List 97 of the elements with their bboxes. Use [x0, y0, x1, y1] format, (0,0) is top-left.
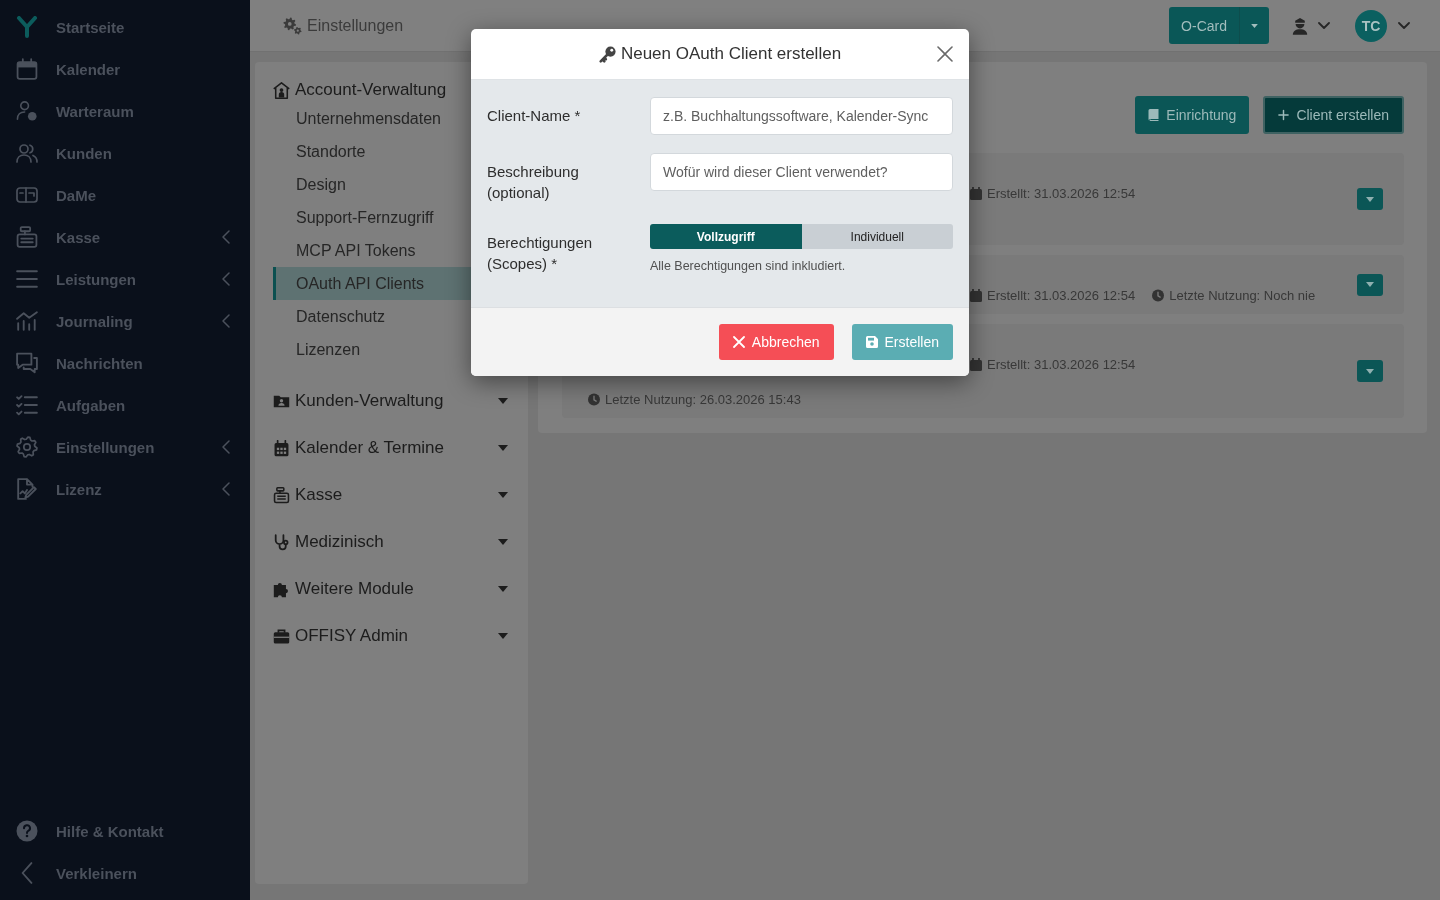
help-icon	[16, 820, 38, 842]
sidebar-item[interactable]: Aufgaben	[0, 384, 250, 426]
account-menu-button[interactable]: TC	[1355, 9, 1410, 42]
chevron-down-icon	[1318, 22, 1330, 29]
gears-icon	[283, 16, 302, 35]
book-icon	[1148, 109, 1160, 121]
puzzle-icon	[273, 580, 290, 598]
segment-tab[interactable]: Vollzugriff	[650, 224, 802, 249]
wallet-icon	[16, 184, 38, 206]
segment-tab[interactable]: Individuell	[801, 224, 953, 249]
nav-section-header[interactable]: Medizinisch	[273, 530, 510, 554]
gear-icon	[16, 436, 38, 458]
text-input[interactable]: z.B. Buchhaltungssoftware, Kalender-Sync	[650, 97, 953, 135]
page-title: Einstellungen	[307, 16, 404, 35]
user-icon	[1292, 16, 1308, 35]
dropdown-button[interactable]	[1357, 188, 1383, 210]
sidebar-item[interactable]: Verkleinern	[0, 852, 250, 894]
caret-down-icon	[498, 586, 508, 592]
sidebar-item[interactable]: Kunden	[0, 132, 250, 174]
nav-section-header[interactable]: Kasse	[273, 483, 510, 507]
sidebar-item[interactable]: Nachrichten	[0, 342, 250, 384]
field-label: Client-Name *	[487, 106, 582, 126]
sidebar-item[interactable]: Startseite	[0, 6, 250, 48]
nav-section-header[interactable]: Weitere Module	[273, 577, 510, 601]
sidebar-item[interactable]: Kasse	[0, 216, 250, 258]
caret-down-icon	[498, 445, 508, 451]
sidebar-item[interactable]: Journaling	[0, 300, 250, 342]
users-icon	[16, 142, 38, 164]
last-used-text: Letzte Nutzung: Noch nie	[1169, 287, 1316, 303]
chevron-left-icon	[222, 314, 230, 328]
sidebar-item[interactable]: Warteraum	[0, 90, 250, 132]
person-clock-icon	[16, 100, 38, 122]
cash-register-icon	[16, 226, 38, 248]
submit-button[interactable]: Erstellen	[851, 324, 953, 360]
plus-icon	[1278, 109, 1290, 121]
text-input[interactable]: Wofür wird dieser Client verwendet?	[650, 153, 953, 191]
chevron-left-icon	[222, 482, 230, 496]
calendar-icon	[273, 439, 290, 457]
caret-down-icon	[1366, 282, 1374, 287]
create-button[interactable]: Client erstellen	[1263, 96, 1404, 134]
user-menu-button[interactable]	[1292, 16, 1330, 35]
created-date: Erstellt: 31.03.2026 12:54	[987, 356, 1136, 372]
calendar-icon	[970, 357, 982, 371]
field-label: Beschreibung (optional)	[487, 162, 580, 203]
nav-section-header[interactable]: Account-Verwaltung	[273, 78, 510, 102]
caret-down-icon	[1366, 368, 1374, 374]
calendar-icon	[970, 288, 982, 302]
clock-icon	[1152, 288, 1165, 302]
sidebar-item[interactable]: Kalender	[0, 48, 250, 90]
nav-section-header[interactable]: Kunden-Verwaltung	[273, 389, 510, 413]
avatar: TC	[1355, 9, 1387, 42]
dropdown-button[interactable]	[1357, 273, 1383, 296]
caret-down-icon	[1366, 196, 1374, 202]
chart-icon	[16, 310, 38, 332]
stethoscope-icon	[273, 533, 290, 551]
caret-down-icon	[498, 398, 508, 404]
caret-down-icon	[1251, 23, 1258, 28]
calendar-icon	[16, 58, 38, 80]
dialog-title: Neuen OAuth Client erstellen	[620, 44, 842, 64]
sidebar-item[interactable]: DaMe	[0, 174, 250, 216]
caret-down-icon	[498, 633, 508, 639]
chat-icon	[16, 352, 38, 374]
chevron-left-icon	[222, 230, 230, 244]
created-date: Erstellt: 31.03.2026 12:54	[987, 185, 1136, 201]
caret-down-icon	[498, 492, 508, 498]
house-user-icon	[273, 81, 290, 99]
guide-button[interactable]: Einrichtung	[1135, 96, 1250, 134]
sidebar-item[interactable]: Lizenz	[0, 468, 250, 510]
sidebar-item[interactable]: Hilfe & Kontakt	[0, 810, 250, 852]
chevron-down-icon	[1398, 22, 1410, 29]
list-icon	[16, 268, 38, 290]
last-used-text: Letzte Nutzung: 26.03.2026 15:43	[605, 391, 801, 407]
toolbox-icon	[273, 627, 290, 645]
sidebar-item[interactable]: Leistungen	[0, 258, 250, 300]
cash-register-icon	[273, 486, 290, 504]
close-icon	[937, 46, 953, 62]
chevron-left-icon	[222, 272, 230, 286]
created-date: Erstellt: 31.03.2026 12:54	[987, 287, 1136, 303]
caret-down-icon	[498, 539, 508, 545]
hint-text: Alle Berechtigungen sind inkludiert.	[650, 258, 847, 274]
document-pen-icon	[16, 478, 38, 500]
checklist-icon	[16, 394, 38, 416]
sidebar-item[interactable]: Einstellungen	[0, 426, 250, 468]
dropdown-toggle[interactable]	[1239, 7, 1269, 44]
key-icon	[598, 45, 616, 63]
cancel-button[interactable]: Abbrechen	[718, 324, 834, 360]
close-icon	[732, 336, 745, 348]
logo-icon	[16, 16, 38, 38]
clock-icon	[588, 392, 600, 406]
dropdown-button[interactable]	[1357, 360, 1383, 382]
nav-section-header[interactable]: Kalender & Termine	[273, 436, 510, 460]
nav-section-header[interactable]: OFFISY Admin	[273, 624, 510, 648]
switcher-button[interactable]: O-Card	[1169, 7, 1239, 44]
chevron-left-icon	[222, 440, 230, 454]
close-button[interactable]	[937, 46, 953, 62]
calendar-icon	[970, 186, 982, 200]
save-icon	[865, 336, 878, 348]
